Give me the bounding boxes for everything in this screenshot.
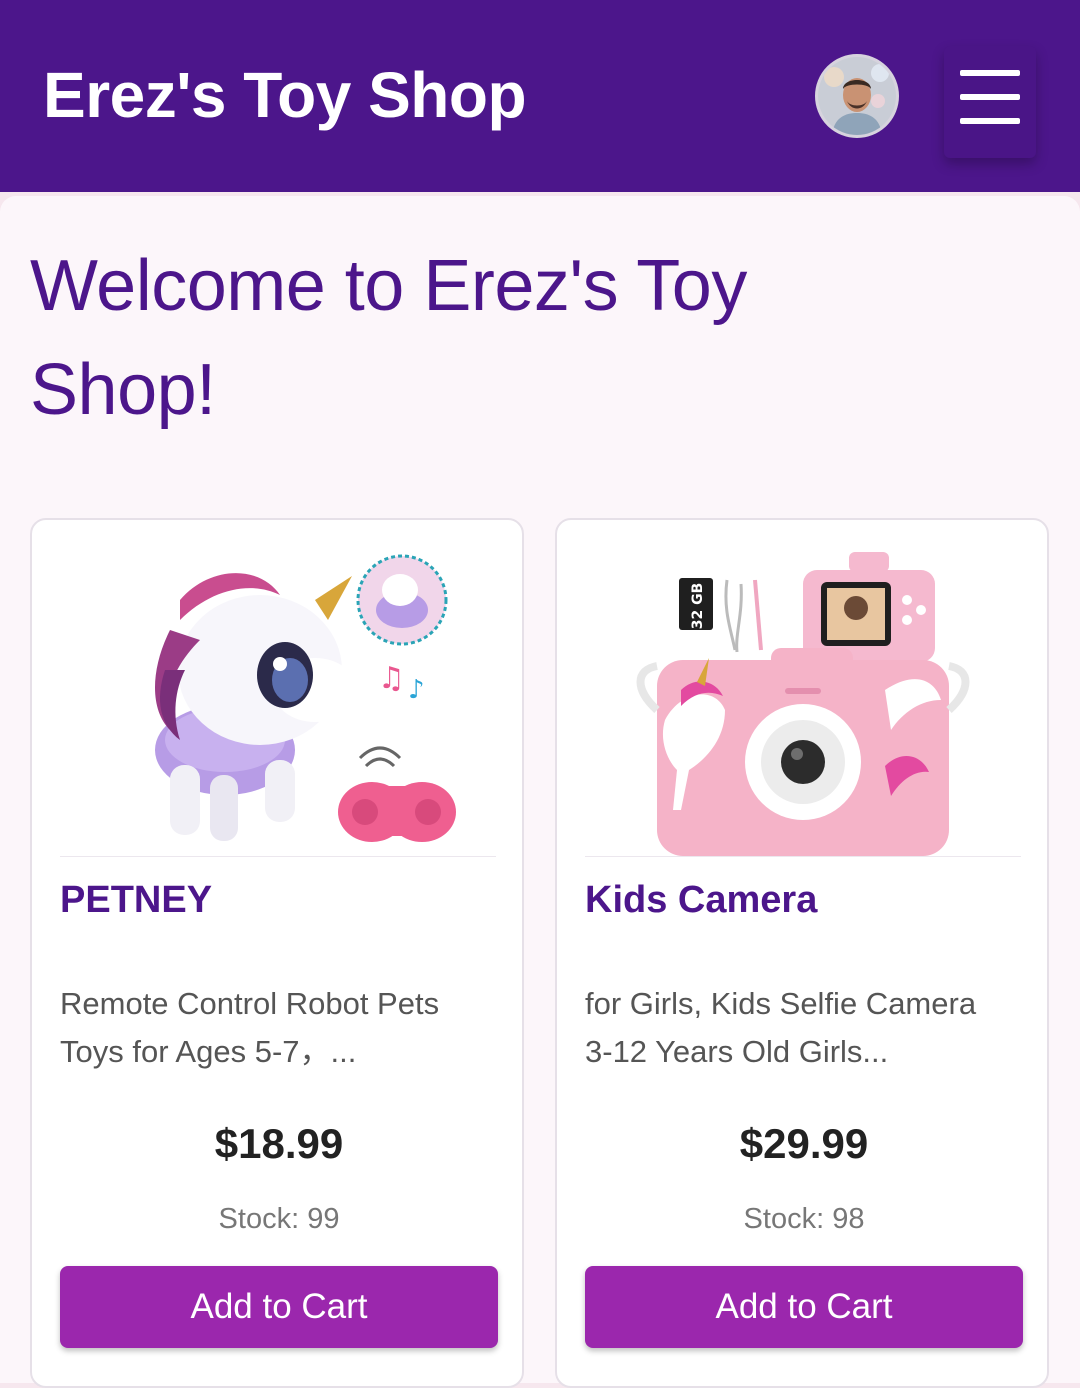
product-card: ♫ ♪ PETNEY Remote Control Robot Pets Toy… — [30, 518, 524, 1388]
menu-bar-icon — [960, 118, 1020, 124]
add-to-cart-button[interactable]: Add to Cart — [60, 1266, 498, 1348]
menu-bar-icon — [960, 70, 1020, 76]
hamburger-menu-button[interactable] — [944, 46, 1036, 158]
product-image-kids-camera[interactable]: 32 GB — [585, 540, 1021, 856]
product-name[interactable]: PETNEY — [60, 876, 212, 924]
product-stock: Stock: 99 — [218, 1203, 340, 1235]
product-stock: Stock: 98 — [743, 1203, 865, 1235]
product-description: Remote Control Robot Pets Toys for Ages … — [60, 986, 440, 1069]
product-description: for Girls, Kids Selfie Camera 3-12 Years… — [585, 986, 977, 1069]
card-divider — [585, 856, 1021, 857]
shop-title[interactable]: Erez's Toy Shop — [43, 58, 527, 132]
menu-bar-icon — [960, 94, 1020, 100]
welcome-heading: Welcome to Erez's Toy Shop! — [30, 246, 747, 430]
user-avatar[interactable] — [815, 54, 899, 138]
product-price: $18.99 — [214, 1120, 344, 1167]
card-divider — [60, 856, 496, 857]
add-to-cart-button[interactable]: Add to Cart — [585, 1266, 1023, 1348]
avatar-photo — [818, 57, 896, 135]
product-name[interactable]: Kids Camera — [585, 876, 817, 924]
app-header: Erez's Toy Shop — [0, 0, 1080, 192]
sd-card-label: 32 GB — [690, 583, 706, 630]
product-image-unicorn-robot[interactable]: ♫ ♪ — [60, 540, 496, 856]
svg-text:♫: ♫ — [378, 661, 405, 696]
svg-text:♪: ♪ — [408, 675, 425, 705]
product-card: 32 GB Kids Camera for Girls, Kids Selfie… — [555, 518, 1049, 1388]
product-price: $29.99 — [739, 1120, 869, 1167]
